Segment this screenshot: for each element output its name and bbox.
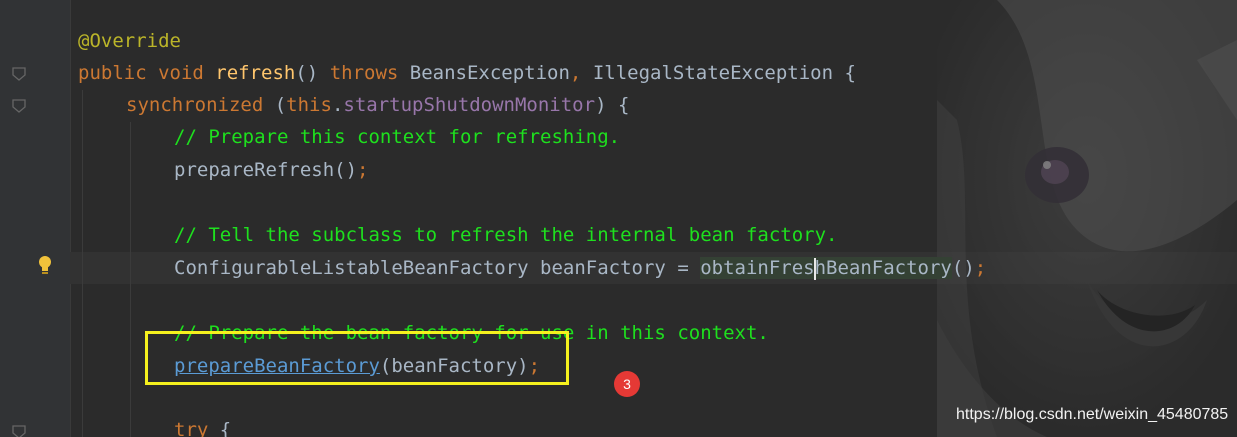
modifier-token: public void xyxy=(78,62,216,84)
comma-token: , xyxy=(569,62,593,84)
field-token: startupShutdownMonitor xyxy=(343,94,596,116)
code-comment[interactable]: // Prepare this context for refreshing. xyxy=(174,121,620,153)
semicolon-token: ; xyxy=(974,257,987,279)
intention-bulb-icon[interactable] xyxy=(37,255,53,277)
paren-close-token: ) { xyxy=(595,94,630,116)
code-line-prepare-refresh[interactable]: prepareRefresh(); xyxy=(174,154,369,186)
code-line-bean-factory[interactable]: ConfigurableListableBeanFactory beanFact… xyxy=(174,252,986,284)
code-line-synchronized[interactable]: synchronized (this.startupShutdownMonito… xyxy=(126,89,629,121)
exception-type: BeansException xyxy=(409,62,570,84)
declaration-token: ConfigurableListableBeanFactory beanFact… xyxy=(174,257,701,279)
parens-token: () xyxy=(295,62,330,84)
fold-marker-icon[interactable] xyxy=(11,424,27,437)
code-line-signature[interactable]: public void refresh() throws BeansExcept… xyxy=(78,57,856,89)
args-token: () xyxy=(334,159,358,181)
paren-open-token: ( xyxy=(263,94,287,116)
annotation-token: @Override xyxy=(78,30,181,52)
fold-marker-icon[interactable] xyxy=(11,98,27,114)
synchronized-keyword: synchronized xyxy=(126,94,264,116)
code-line-try[interactable]: try { xyxy=(174,414,231,437)
watermark: https://blog.csdn.net/weixin_45480785 xyxy=(956,406,1229,423)
background-art xyxy=(937,0,1237,437)
dot-token: . xyxy=(331,94,344,116)
this-keyword: this xyxy=(286,94,332,116)
brace-token: { xyxy=(833,62,856,84)
args-token: () xyxy=(951,257,975,279)
code-line-annotation[interactable]: @Override xyxy=(78,25,181,57)
method-name-token: refresh xyxy=(215,62,296,84)
fold-marker-icon[interactable] xyxy=(11,66,27,82)
annotation-badge: 3 xyxy=(614,371,640,397)
method-call-token: prepareRefresh xyxy=(174,159,335,181)
indent-guide xyxy=(82,90,83,437)
highlight-box xyxy=(145,331,569,385)
code-comment[interactable]: // Tell the subclass to refresh the inte… xyxy=(174,219,837,251)
try-keyword: try xyxy=(174,419,209,437)
brace-token: { xyxy=(208,419,232,437)
semicolon-token: ; xyxy=(357,159,369,181)
method-call-token: obtainFres xyxy=(700,257,815,279)
usage-highlight: obtainFreshBeanFactory xyxy=(700,257,952,280)
throws-keyword: throws xyxy=(329,62,410,84)
exception-type: IllegalStateException xyxy=(592,62,834,84)
indent-guide xyxy=(130,122,131,437)
method-call-token: hBeanFactory xyxy=(814,257,952,279)
